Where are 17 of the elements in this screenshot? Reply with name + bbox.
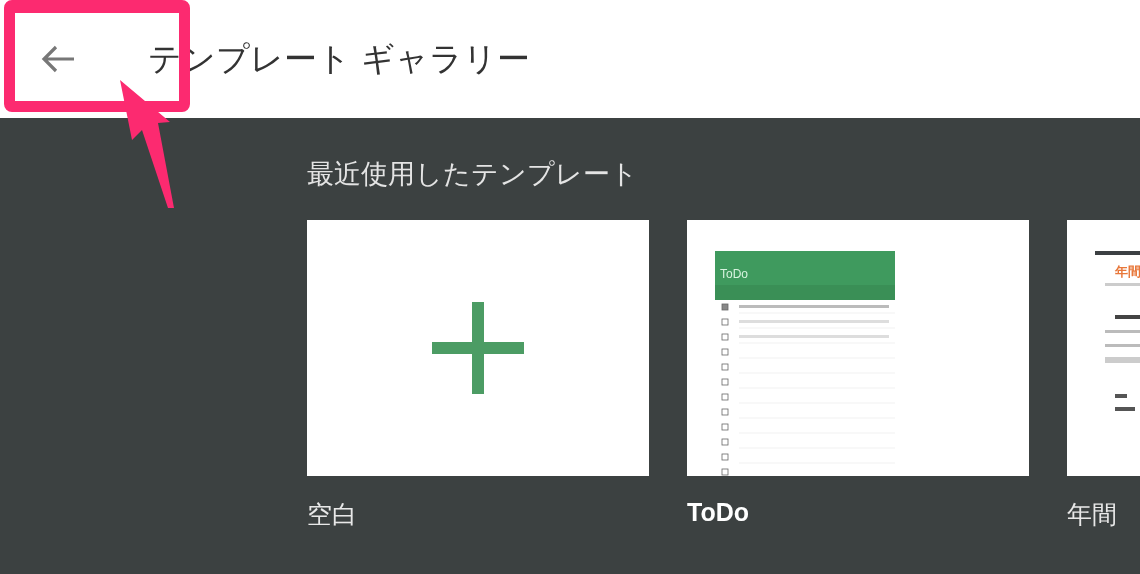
back-arrow-icon bbox=[40, 44, 76, 74]
preview-text-line bbox=[1105, 283, 1140, 286]
template-thumbnail[interactable] bbox=[307, 220, 649, 476]
preview-text-line bbox=[1105, 357, 1140, 363]
preview-title: 年間 bbox=[1115, 264, 1140, 279]
plus-icon bbox=[432, 302, 524, 394]
preview-rule bbox=[1095, 251, 1140, 255]
template-name: 年間 bbox=[1067, 499, 1118, 531]
template-name: ToDo bbox=[687, 498, 750, 527]
preview-text-line bbox=[1105, 330, 1140, 333]
template-thumbnail[interactable]: ToDo bbox=[687, 220, 1029, 476]
section-heading: 最近使用したテンプレート bbox=[307, 157, 639, 191]
preview-text-line bbox=[1115, 315, 1140, 319]
preview-text-line bbox=[1105, 344, 1140, 347]
template-name: 空白 bbox=[307, 499, 358, 531]
template-thumbnail[interactable]: 年間 bbox=[1067, 220, 1140, 476]
preview-title: ToDo bbox=[720, 267, 748, 281]
